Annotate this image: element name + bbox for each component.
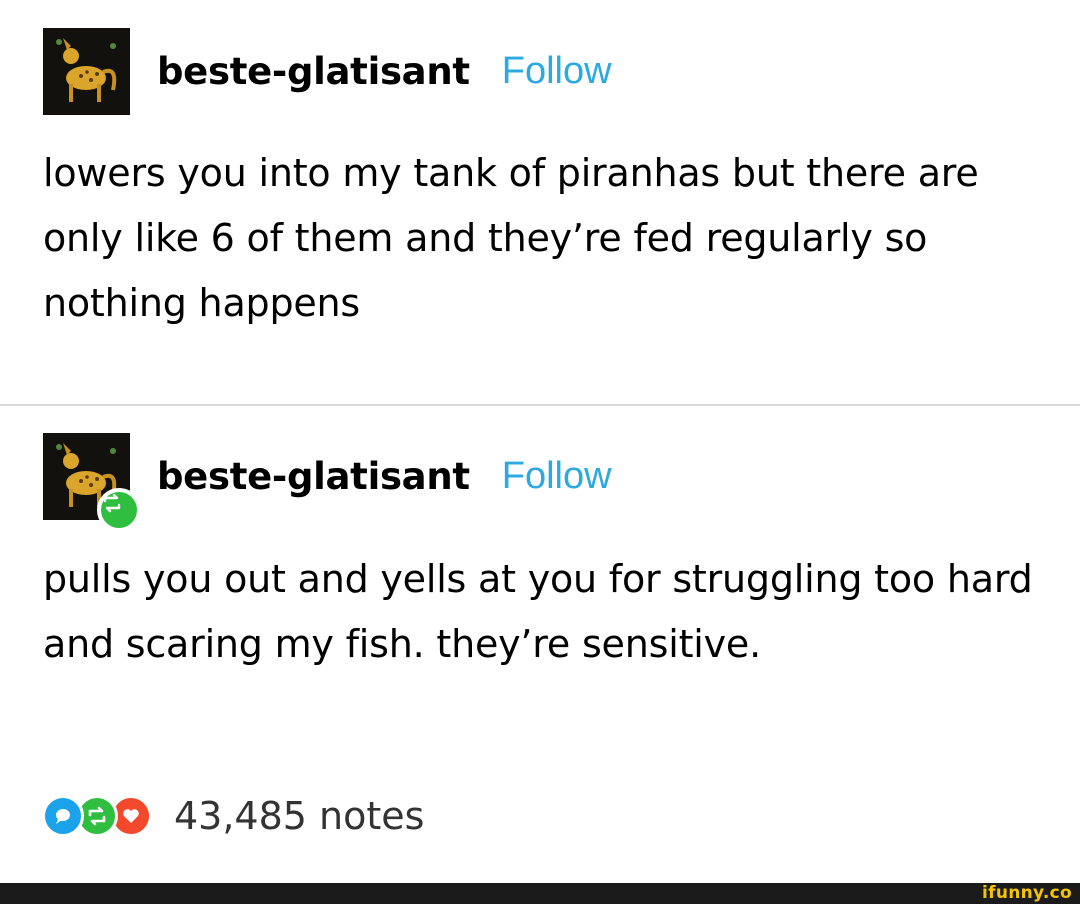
avatar[interactable] [43, 28, 130, 115]
beast-avatar-icon [43, 28, 130, 115]
watermark-logo: ifunny.co [982, 883, 1072, 903]
post-2-header: beste-glatisant Follow [43, 433, 612, 532]
post-1-header: beste-glatisant Follow [43, 28, 612, 115]
reblog-badge-icon [97, 488, 141, 532]
post-1-text: lowers you into my tank of piranhas but … [43, 151, 979, 325]
notes-count[interactable]: 43,485 notes [174, 794, 424, 838]
notes-icons [42, 795, 152, 837]
follow-button[interactable]: Follow [502, 455, 612, 498]
notes-bar[interactable]: 43,485 notes [42, 794, 424, 838]
post-divider [0, 404, 1080, 406]
username[interactable]: beste-glatisant [157, 455, 470, 498]
post-2-text: pulls you out and yells at you for strug… [43, 557, 1033, 666]
reply-icon [42, 795, 84, 837]
username[interactable]: beste-glatisant [157, 50, 470, 93]
avatar[interactable] [43, 433, 141, 532]
follow-button[interactable]: Follow [502, 50, 612, 93]
watermark-bar: ifunny.co [0, 883, 1080, 904]
